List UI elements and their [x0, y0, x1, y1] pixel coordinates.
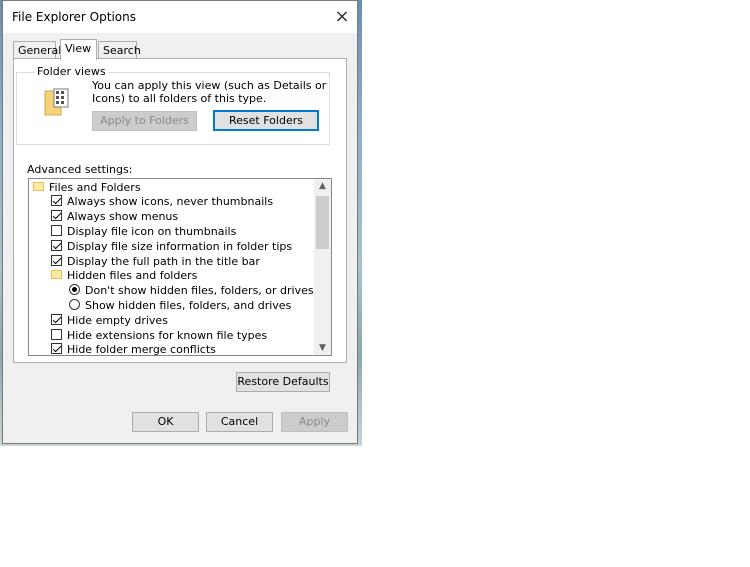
tree-option-row[interactable]: Hide extensions for known file types — [29, 328, 314, 343]
tree-group-header: Files and Folders — [29, 180, 314, 195]
scroll-up-icon[interactable]: ▲ — [314, 179, 331, 193]
tree-option-label: Always show menus — [67, 210, 179, 224]
tree-option-label: Hide empty drives — [67, 313, 168, 327]
folder-views-description: You can apply this view (such as Details… — [92, 79, 327, 105]
tab-search[interactable]: Search — [98, 41, 141, 58]
tree-group-header: Hidden files and folders — [29, 268, 314, 283]
tree-scrollbar[interactable]: ▲ ▼ — [314, 179, 331, 355]
tree-option-label: Files and Folders — [49, 180, 141, 194]
advanced-settings-tree: Files and Folders Always show icons, neve… — [28, 178, 332, 356]
tree-option-label: Display the full path in the title bar — [67, 254, 260, 268]
tree-option-label: Show hidden files, folders, and drives — [85, 298, 292, 312]
advanced-settings-label: Advanced settings: — [27, 163, 133, 176]
checkbox[interactable] — [51, 254, 62, 266]
tree-option-row[interactable]: Display file size information in folder … — [29, 239, 314, 254]
checkbox[interactable] — [51, 239, 62, 251]
tree-option-row[interactable]: Always show menus — [29, 209, 314, 224]
folder-icon — [51, 270, 62, 280]
checkbox[interactable] — [51, 343, 62, 355]
tree-option-label: Display file size information in folder … — [67, 239, 293, 253]
checkbox[interactable] — [51, 328, 62, 340]
checkbox[interactable] — [51, 313, 62, 325]
tree-option-row[interactable]: Always show icons, never thumbnails — [29, 194, 314, 209]
title-bar: File Explorer Options × — [3, 1, 357, 33]
tree-option-row[interactable]: Hide folder merge conflicts — [29, 342, 314, 356]
scroll-down-icon[interactable]: ▼ — [314, 341, 331, 355]
tab-view[interactable]: View — [60, 39, 97, 60]
close-icon[interactable]: × — [327, 1, 357, 33]
tab-general[interactable]: General — [13, 41, 61, 58]
window-title: File Explorer Options — [12, 10, 136, 24]
folder-view-icon — [44, 88, 69, 116]
tree-option-row[interactable]: Show hidden files, folders, and drives — [29, 298, 314, 313]
restore-defaults-button[interactable]: Restore Defaults — [236, 372, 330, 392]
apply-button[interactable]: Apply — [281, 412, 348, 432]
tree-option-row[interactable]: Display the full path in the title bar — [29, 254, 314, 269]
tree-option-label: Hide folder merge conflicts — [67, 343, 216, 356]
tree-option-label: Display file icon on thumbnails — [67, 224, 237, 238]
scroll-thumb[interactable] — [316, 196, 329, 249]
cancel-button[interactable]: Cancel — [206, 412, 273, 432]
tree-option-label: Hide extensions for known file types — [67, 328, 268, 342]
tree-option-row[interactable]: Hide empty drives — [29, 313, 314, 328]
radio-button[interactable] — [69, 298, 80, 310]
radio-button[interactable] — [69, 284, 80, 296]
folder-views-label: Folder views — [35, 65, 108, 78]
checkbox[interactable] — [51, 210, 62, 222]
checkbox[interactable] — [51, 224, 62, 236]
ok-button[interactable]: OK — [132, 412, 199, 432]
checkbox[interactable] — [51, 195, 62, 207]
tree-option-label: Hidden files and folders — [67, 269, 198, 283]
tree-option-row[interactable]: Display file icon on thumbnails — [29, 224, 314, 239]
apply-to-folders-button[interactable]: Apply to Folders — [92, 111, 197, 131]
tree-option-label: Don't show hidden files, folders, or dri… — [85, 284, 314, 298]
tree-option-row[interactable]: Don't show hidden files, folders, or dri… — [29, 283, 314, 298]
folder-icon — [33, 181, 44, 191]
reset-folders-button[interactable]: Reset Folders — [213, 110, 319, 131]
tree-option-label: Always show icons, never thumbnails — [67, 195, 274, 209]
